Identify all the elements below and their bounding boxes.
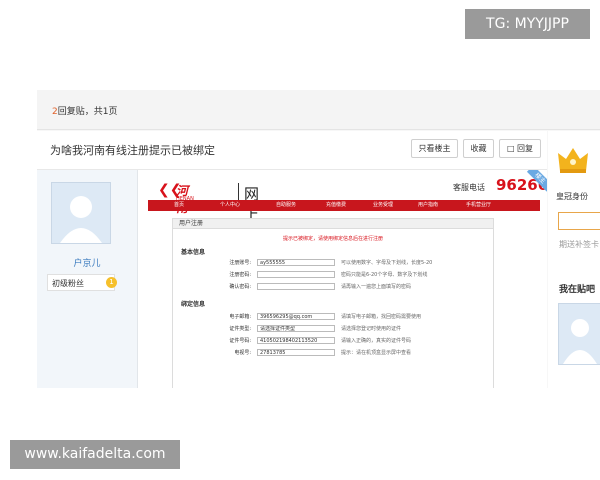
site-nav-item: 自助服务 (276, 202, 297, 208)
only-op-button[interactable]: 只看楼主 (411, 139, 458, 158)
my-avatar-thumb[interactable] (558, 303, 600, 365)
logo-divider (238, 183, 239, 201)
level-badge: 1 (106, 277, 117, 288)
crown-label: 皇冠身份 (556, 192, 588, 201)
reply-button[interactable]: □ 回复 (499, 139, 541, 158)
field-hint: 提示：请在机顶盒显示屏中查看 (341, 350, 412, 356)
favorite-button[interactable]: 收藏 (463, 139, 494, 158)
field-hint: 请填写电子邮箱，找回密码需要使用 (341, 314, 422, 320)
field-label: 注册账号: (229, 260, 251, 266)
author-level-label: 初级粉丝 (52, 279, 84, 288)
author-name[interactable]: 户京儿 (37, 256, 137, 269)
reply-button-label: 回复 (517, 144, 534, 153)
id-type-select: 请选择证件类型 (257, 325, 335, 332)
register-form-title: 用户注册 (173, 219, 493, 229)
field-hint: 密码只能是6-20个字母、数字及下划线 (341, 272, 428, 278)
comment-icon: □ (506, 144, 515, 153)
site-nav: 首页 个人中心 自助服务 充值缴费 业务受理 用户指南 手机营业厅 (148, 200, 540, 211)
site-nav-item: 业务受理 (373, 202, 394, 208)
crown-button[interactable] (558, 212, 600, 230)
reply-count-text: 回复贴，共1页 (57, 107, 118, 117)
default-avatar-icon (60, 196, 102, 243)
hotline-label: 客服电话 (453, 183, 485, 192)
field-hint: 请输入正确的，真实的证件号码 (341, 338, 412, 344)
right-sidebar: 皇冠身份 期送补签卡 我在贴吧 (548, 131, 600, 388)
cable-logo-icon: ❮❮ (158, 182, 182, 198)
reply-count-bar: 2回复贴，共1页 (37, 90, 600, 130)
register-form-panel: 用户注册 提示已被绑定，请使用绑定信息后在进行注册 基本信息 注册账号: ay5… (172, 218, 494, 388)
field-label: 注册密码: (229, 272, 251, 278)
embedded-screenshot: ❮❮ 河南有线 HENAN CABLE 网上营业厅 客服电话 96266 首页 … (148, 176, 547, 388)
default-avatar-icon (563, 319, 597, 364)
author-column: 户京儿 初级粉丝 1 (37, 170, 138, 388)
avatar[interactable] (51, 182, 111, 244)
field-label: 证件类型: (229, 326, 251, 332)
section-basic-info: 基本信息 (181, 249, 206, 256)
email-input: 396596295@qq.com (257, 313, 335, 320)
field-label: 确认密码: (229, 284, 251, 290)
register-error-notice: 提示已被绑定，请使用绑定信息后在进行注册 (282, 236, 383, 242)
post-content: ❮❮ 河南有线 HENAN CABLE 网上营业厅 客服电话 96266 首页 … (138, 170, 547, 388)
post-title-row: 为啥我河南有线注册提示已被绑定 只看楼主 收藏 □ 回复 (37, 131, 547, 170)
author-level: 初级粉丝 1 (47, 274, 117, 291)
password-input (257, 271, 335, 278)
site-nav-item: 用户指南 (418, 202, 439, 208)
confirm-password-input (257, 283, 335, 290)
forum-post-area: 2回复贴，共1页 为啥我河南有线注册提示已被绑定 只看楼主 收藏 □ 回复 户京… (37, 90, 600, 388)
field-hint: 请选择您登记时使用的证件 (341, 326, 402, 332)
field-hint: 可以使用数字、字母及下划线，长度5-20 (341, 260, 433, 266)
id-number-input: 410502198402113520 (257, 337, 335, 344)
field-label: 电子邮箱: (229, 314, 251, 320)
post-title: 为啥我河南有线注册提示已被绑定 (50, 144, 215, 157)
field-label: 电视号: (234, 350, 251, 356)
site-nav-item: 首页 (174, 202, 185, 208)
site-nav-item: 手机营业厅 (466, 202, 492, 208)
section-bind-info: 绑定信息 (181, 301, 206, 308)
watermark-top: TG: MYYJJPP (465, 9, 590, 39)
field-label: 证件号码: (229, 338, 251, 344)
site-nav-item: 充值缴费 (326, 202, 347, 208)
crown-icon (558, 148, 588, 173)
site-nav-item: 个人中心 (220, 202, 241, 208)
watermark-bottom: www.kaifadelta.com (10, 440, 180, 469)
account-input: ay555555 (257, 259, 335, 266)
crown-sub-text: 期送补签卡 (559, 240, 599, 249)
field-hint: 请再输入一遍您上面填写的密码 (341, 284, 412, 290)
tv-number-input: 27813785 (257, 349, 335, 356)
my-posts-heading: 我在贴吧 (559, 285, 596, 295)
